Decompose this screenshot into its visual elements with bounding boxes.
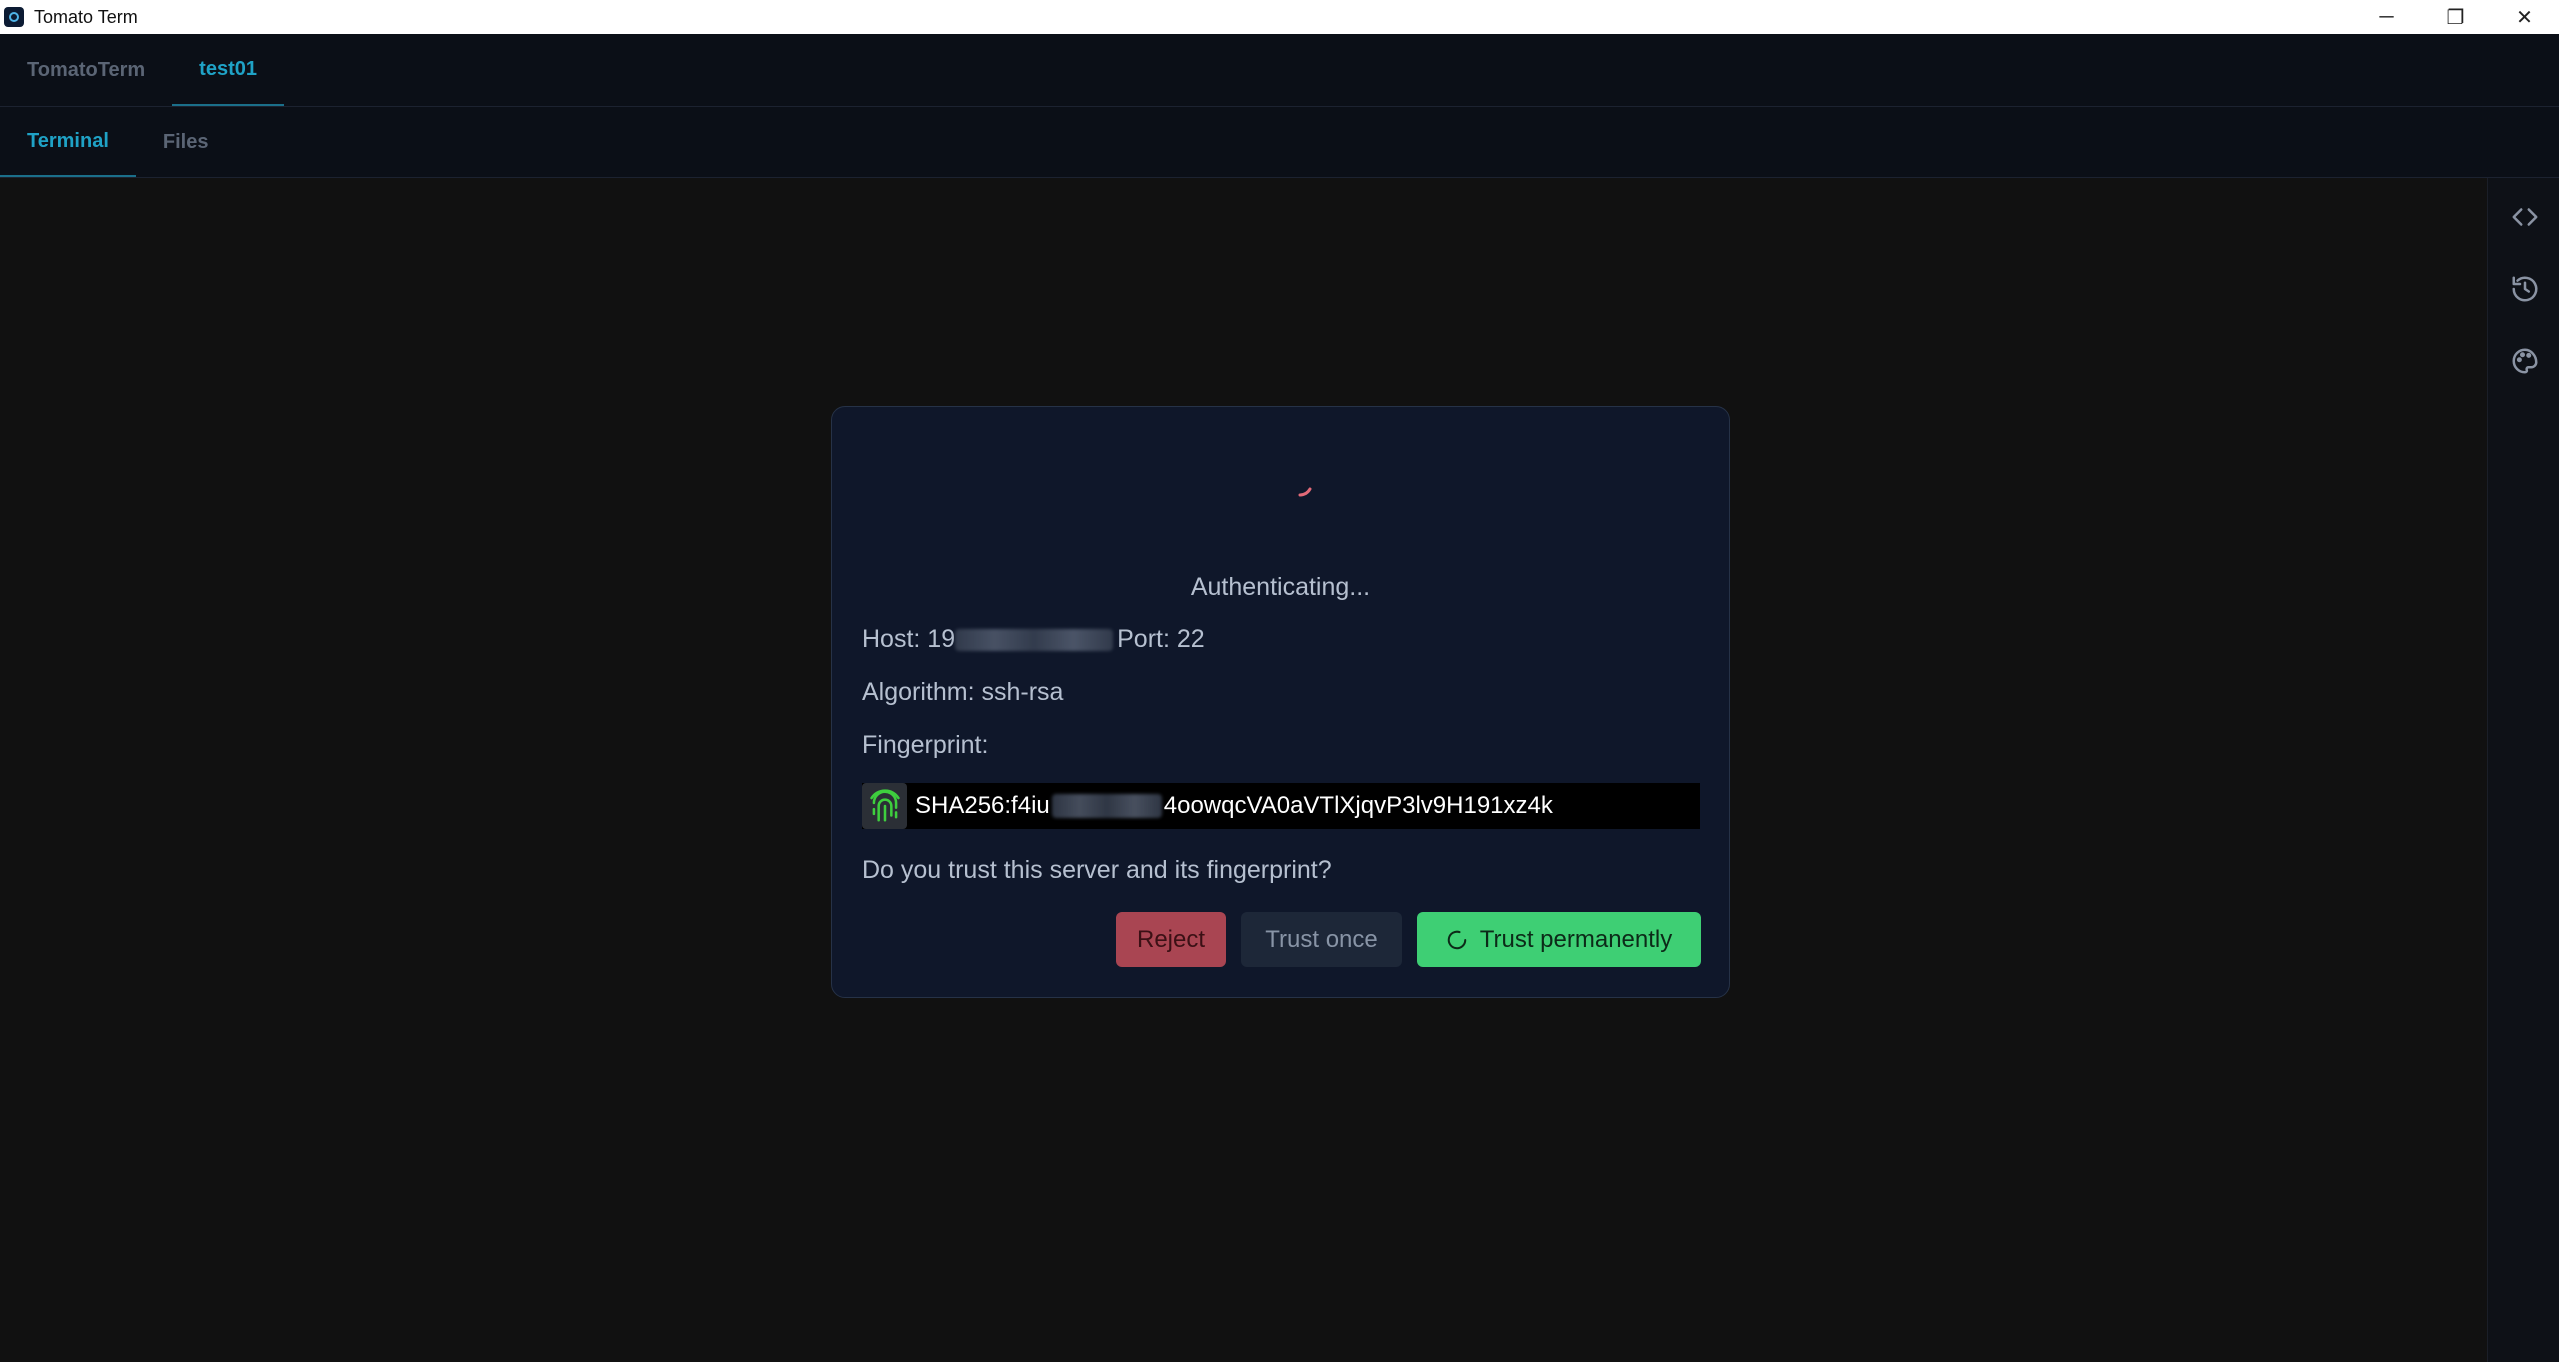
app-logo-icon — [4, 7, 24, 27]
redacted-fingerprint — [1051, 794, 1162, 818]
window-titlebar: Tomato Term ─ ❐ ✕ — [0, 0, 2559, 34]
right-toolbar — [2487, 178, 2559, 1362]
tab-terminal[interactable]: Terminal — [0, 107, 136, 177]
minimize-button[interactable]: ─ — [2352, 0, 2421, 34]
loading-spinner-icon — [1280, 467, 1320, 507]
fingerprint-box: SHA256:f4iu 4oowqcVA0aVTlXjqvP3lv9H191xz… — [862, 783, 1700, 829]
trust-permanently-button[interactable]: Trust permanently — [1417, 912, 1701, 967]
reject-button[interactable]: Reject — [1116, 912, 1226, 967]
window-title: Tomato Term — [34, 6, 138, 27]
algorithm-label: Algorithm: ssh-rsa — [862, 678, 1064, 706]
trust-once-button[interactable]: Trust once — [1241, 912, 1402, 967]
loading-icon — [1447, 930, 1466, 949]
palette-icon[interactable] — [2510, 346, 2540, 376]
history-icon[interactable] — [2510, 274, 2540, 304]
redacted-host — [955, 628, 1114, 651]
fingerprint-label: Fingerprint: — [862, 731, 989, 759]
session-tabs: TomatoTerm test01 — [0, 34, 2559, 107]
tab-test01[interactable]: test01 — [172, 34, 284, 106]
auth-status: Authenticating... — [1190, 573, 1371, 601]
fingerprint-icon — [862, 783, 907, 829]
window-controls: ─ ❐ ✕ — [2352, 0, 2559, 34]
tab-files[interactable]: Files — [136, 107, 236, 177]
fingerprint-suffix: 4oowqcVA0aVTlXjqvP3lv9H191xz4k — [1163, 792, 1553, 819]
maximize-button[interactable]: ❐ — [2421, 0, 2490, 34]
trust-permanently-label: Trust permanently — [1479, 925, 1673, 953]
view-tabs: Terminal Files — [0, 107, 2559, 178]
close-button[interactable]: ✕ — [2490, 0, 2559, 34]
host-key-dialog: Authenticating... Host: 19 Port: 22 Algo… — [831, 406, 1730, 998]
host-line: Host: 19 Port: 22 — [862, 625, 1205, 654]
port-label: Port: 22 — [1117, 625, 1205, 653]
code-icon[interactable] — [2510, 202, 2540, 232]
tab-tomatoterm[interactable]: TomatoTerm — [0, 34, 172, 106]
host-label: Host: 19 — [862, 625, 956, 653]
fingerprint-prefix: SHA256:f4iu — [915, 792, 1050, 819]
trust-question: Do you trust this server and its fingerp… — [862, 856, 1332, 884]
fingerprint-value: SHA256:f4iu 4oowqcVA0aVTlXjqvP3lv9H191xz… — [915, 792, 1553, 820]
